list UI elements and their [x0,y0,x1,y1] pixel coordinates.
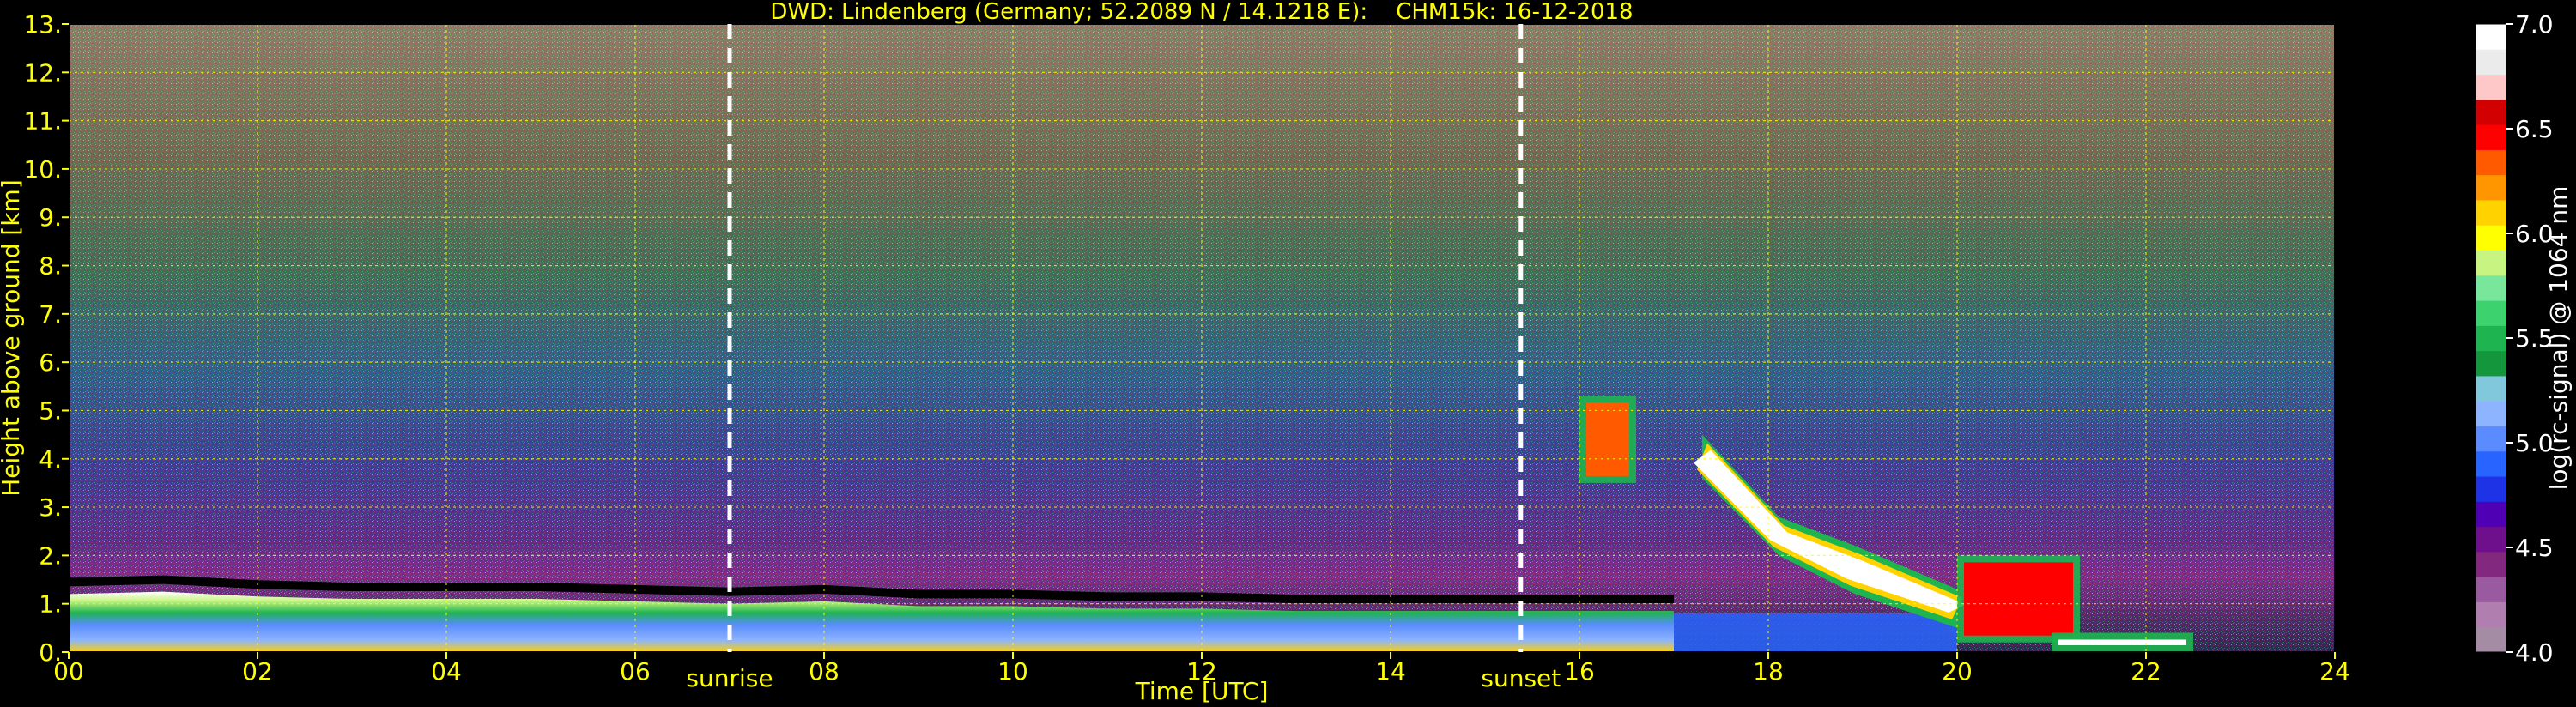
y-tick-label: 6. [39,348,62,377]
colorbar-segment [2476,601,2506,628]
colorbar-segment [2476,124,2506,150]
colorbar-tick-label: 4.0 [2515,638,2554,667]
colorbar-segment [2476,174,2506,201]
colorbar-segment [2476,325,2506,352]
colorbar-segment [2476,275,2506,301]
y-tick-label: 2. [39,541,62,570]
y-axis-ticks: 0. 1. 2. 3. 4. 5. 6. 7. 8. 9. 10. 11. 12. 13. [23,10,69,667]
lidar-figure: sunrise sunset 00 02 04 06 08 10 12 14 16 18 20 22 24… [0,0,2573,705]
cloud-core [1586,402,1629,476]
y-tick-label: 8. [39,252,62,281]
colorbar-segment [2476,49,2506,76]
colorbar-segment [2476,24,2506,50]
x-tick-label: 10 [997,657,1028,686]
y-tick-label: 12. [23,58,62,87]
chart-title: DWD: Lindenberg (Germany; 52.2089 N / 14… [770,0,1633,25]
x-tick-label: 22 [2131,657,2161,686]
colorbar-segment [2476,74,2506,100]
colorbar: 4.04.55.05.56.06.57.0 [2475,10,2554,667]
y-tick-label: 13. [23,10,62,39]
y-tick-label: 0. [39,638,62,667]
colorbar-segment [2476,577,2506,602]
cloud-core [2058,639,2186,645]
marker-label: sunset [1481,664,1561,692]
colorbar-segment [2476,99,2506,125]
y-tick-label: 4. [39,445,62,474]
cloud-layer [2052,632,2193,652]
y-tick-label: 10. [23,155,62,184]
colorbar-segment [2476,626,2506,653]
colorbar-segment [2476,526,2506,553]
x-axis-label: Time [UTC] [1135,677,1269,705]
y-tick-label: 1. [39,590,62,619]
marker-label: sunrise [686,664,773,692]
cloud-core [1964,562,2073,636]
x-tick-label: 24 [2319,657,2350,686]
colorbar-segment [2476,300,2506,326]
y-tick-label: 9. [39,203,62,232]
colorbar-label: log(rc-signal) @ 1064 nm [2544,186,2573,491]
colorbar-segment [2476,199,2506,226]
x-tick-label: 20 [1942,657,1973,686]
colorbar-segment [2476,250,2506,276]
colorbar-segment [2476,350,2506,377]
x-tick-label: 16 [1564,657,1595,686]
y-tick-label: 3. [39,493,62,522]
cloud-layer [1957,555,2080,643]
cloud-layer [1579,396,1636,483]
plot-area: sunrise sunset [68,23,2336,692]
colorbar-segment [2476,551,2506,577]
colorbar-segment [2476,401,2506,426]
x-tick-label: 04 [431,657,462,686]
colorbar-segment [2476,476,2506,502]
colorbar-tick-label: 4.5 [2515,534,2554,562]
x-tick-label: 18 [1753,657,1784,686]
colorbar-segment [2476,426,2506,452]
colorbar-segment [2476,450,2506,477]
x-tick-label: 06 [620,657,651,686]
colorbar-segment [2476,375,2506,402]
colorbar-segment [2476,501,2506,528]
residual-layer [1674,613,1957,652]
x-tick-label: 08 [809,657,839,686]
y-tick-label: 7. [39,300,62,329]
x-tick-label: 02 [242,657,273,686]
y-tick-label: 5. [39,396,62,425]
colorbar-segment [2476,225,2506,251]
colorbar-tick-label: 7.0 [2515,10,2554,39]
x-tick-label: 14 [1375,657,1406,686]
y-tick-label: 11. [23,107,62,136]
colorbar-segment [2476,149,2506,176]
colorbar-tick-label: 6.5 [2515,115,2554,143]
y-axis-label: Height above ground [km] [0,179,25,497]
